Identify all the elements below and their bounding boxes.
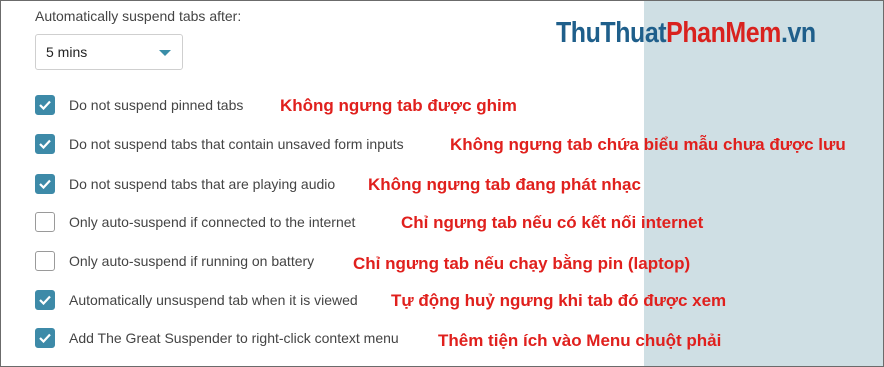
annotation-note: Không ngưng tab được ghim: [280, 96, 517, 115]
checkmark-icon: [39, 333, 51, 343]
checkmark-icon: [39, 295, 51, 305]
checkmark-icon: [39, 100, 51, 110]
annotation-note: Thêm tiện ích vào Menu chuột phải: [438, 331, 722, 350]
checkbox-add-context-menu[interactable]: [35, 328, 55, 348]
checkbox-auto-unsuspend-on-view[interactable]: [35, 290, 55, 310]
option-label: Only auto-suspend if running on battery: [69, 253, 315, 269]
checkmark-icon: [39, 179, 51, 189]
annotation-note: Chỉ ngưng tab nếu chạy bằng pin (laptop): [353, 254, 691, 273]
side-panel: [644, 1, 883, 366]
suspend-time-dropdown[interactable]: 5 mins: [35, 34, 183, 70]
checkbox-only-on-battery[interactable]: [35, 251, 55, 271]
annotation-note: Không ngưng tab đang phát nhạc: [368, 175, 641, 194]
watermark-accent: PhanMem: [666, 17, 781, 49]
suspend-after-heading: Automatically suspend tabs after:: [35, 8, 242, 24]
option-label: Add The Great Suspender to right-click c…: [69, 330, 399, 346]
option-label: Do not suspend tabs that are playing aud…: [69, 176, 336, 192]
option-label: Automatically unsuspend tab when it is v…: [69, 292, 358, 308]
checkbox-do-not-suspend-pinned[interactable]: [35, 95, 55, 115]
checkbox-do-not-suspend-unsaved-forms[interactable]: [35, 134, 55, 154]
watermark-suffix: .vn: [780, 17, 816, 49]
option-label: Do not suspend tabs that contain unsaved…: [69, 136, 404, 152]
watermark-logo: ThuThuatPhanMem.vn: [556, 17, 816, 50]
settings-window: ThuThuatPhanMem.vn Automatically suspend…: [0, 0, 884, 367]
dropdown-selected-value: 5 mins: [46, 44, 88, 60]
annotation-note: Tự động huỷ ngưng khi tab đó được xem: [391, 291, 727, 310]
checkbox-only-if-connected[interactable]: [35, 212, 55, 232]
chevron-down-icon: [159, 50, 171, 56]
option-label: Only auto-suspend if connected to the in…: [69, 214, 356, 230]
option-label: Do not suspend pinned tabs: [69, 97, 244, 113]
annotation-note: Chỉ ngưng tab nếu có kết nối internet: [401, 213, 704, 232]
watermark-main: ThuThuat: [556, 17, 667, 49]
checkbox-do-not-suspend-audio[interactable]: [35, 174, 55, 194]
annotation-note: Không ngưng tab chứa biểu mẫu chưa được …: [450, 135, 846, 154]
checkmark-icon: [39, 139, 51, 149]
